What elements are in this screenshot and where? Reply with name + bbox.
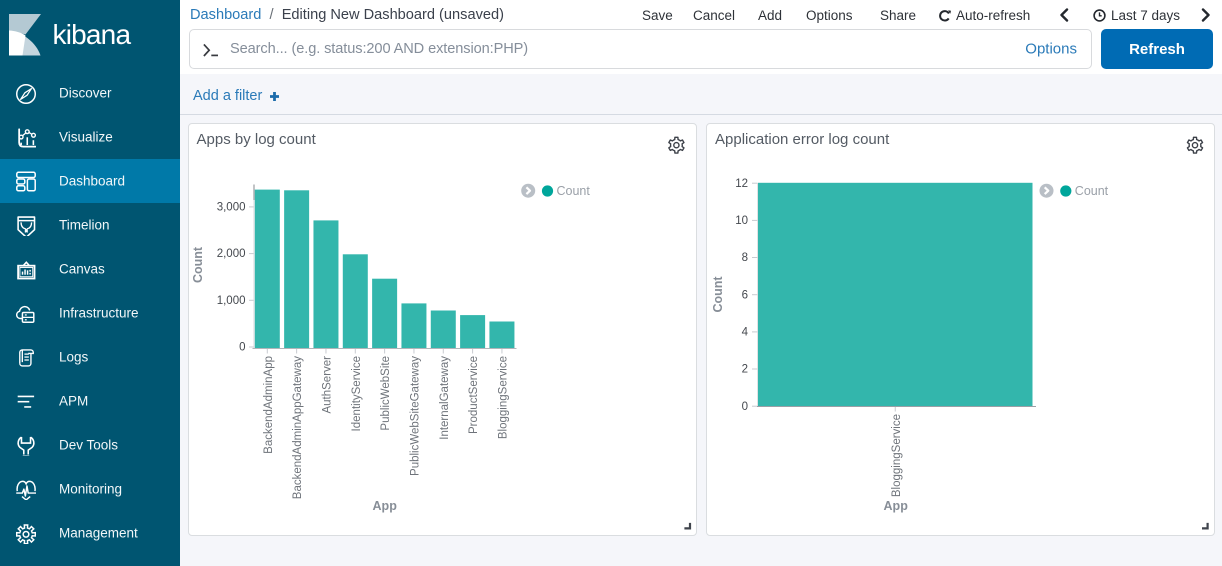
svg-text:Count: Count: [191, 246, 205, 283]
svg-text:IdentityService: IdentityService: [350, 356, 362, 431]
svg-text:ProductService: ProductService: [468, 356, 480, 434]
svg-text:6: 6: [742, 289, 748, 301]
svg-text:2,000: 2,000: [216, 248, 245, 260]
svg-text:PublicWebSiteGateway: PublicWebSiteGateway: [409, 355, 421, 475]
svg-text:AuthServer: AuthServer: [321, 355, 333, 413]
svg-text:App: App: [884, 499, 909, 513]
svg-text:0: 0: [742, 400, 748, 412]
svg-text:BloggingService: BloggingService: [497, 356, 509, 439]
svg-text:BackendAdminAppGateway: BackendAdminAppGateway: [292, 355, 304, 498]
svg-text:Count: Count: [711, 275, 725, 312]
svg-text:PublicWebSite: PublicWebSite: [380, 356, 392, 431]
svg-text:12: 12: [735, 177, 748, 189]
svg-text:BackendAdminApp: BackendAdminApp: [262, 356, 274, 454]
svg-text:10: 10: [735, 215, 748, 227]
svg-text:Count: Count: [556, 184, 590, 198]
svg-text:InternalGateway: InternalGateway: [438, 355, 450, 439]
svg-text:4: 4: [742, 326, 749, 338]
svg-text:8: 8: [742, 252, 748, 264]
svg-text:0: 0: [239, 341, 245, 353]
svg-text:App: App: [372, 499, 397, 513]
svg-text:3,000: 3,000: [216, 201, 245, 213]
svg-text:BloggingService: BloggingService: [891, 414, 903, 497]
svg-text:Count: Count: [1075, 184, 1109, 198]
svg-text:1,000: 1,000: [216, 294, 245, 306]
svg-text:2: 2: [742, 363, 748, 375]
